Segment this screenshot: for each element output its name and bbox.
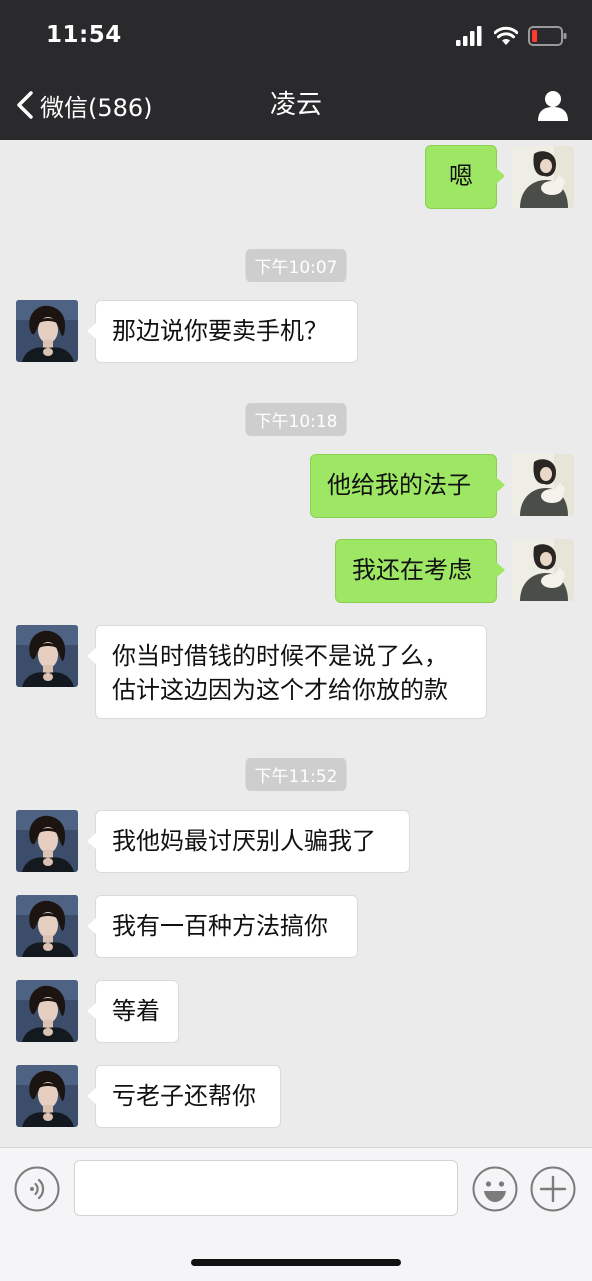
voice-input-icon[interactable] xyxy=(14,1166,60,1212)
contact-avatar[interactable] xyxy=(16,1065,78,1127)
contact-avatar[interactable] xyxy=(16,980,78,1042)
message-text: 我还在考虑 xyxy=(352,556,472,584)
emoji-icon[interactable] xyxy=(472,1166,518,1212)
message-text: 我有一百种方法搞你 xyxy=(112,912,328,940)
timestamp: 下午10:07 xyxy=(245,249,347,282)
wifi-icon xyxy=(494,26,518,45)
message-text: 我他妈最讨厌别人骗我了 xyxy=(112,827,376,855)
chat-area[interactable]: 嗯 下午10:07 那边说你要卖手机？ 下午10:18 他给我的法子 我还在考虑… xyxy=(0,140,592,1147)
message-text: 亏老子还帮你 xyxy=(112,1082,256,1110)
message-bubble-incoming[interactable]: 亏老子还帮你 xyxy=(87,1065,281,1128)
message-bubble-outgoing[interactable]: 嗯 xyxy=(425,145,505,209)
message-bubble-outgoing[interactable]: 我还在考虑 xyxy=(335,539,505,603)
message-bubble-incoming[interactable]: 等着 xyxy=(87,980,179,1043)
message-text: 等着 xyxy=(112,997,160,1025)
message-input[interactable] xyxy=(74,1160,458,1216)
message-text: 嗯 xyxy=(449,162,473,190)
status-bar: 11:54 xyxy=(0,0,592,70)
back-button[interactable]: 微信(586) xyxy=(14,70,153,140)
nav-bar: 微信(586) 凌云 xyxy=(0,70,592,140)
message-bubble-incoming[interactable]: 你当时借钱的时候不是说了么， 估计这边因为这个才给你放的款 xyxy=(87,625,487,719)
plus-icon[interactable] xyxy=(530,1166,576,1212)
timestamp: 下午10:18 xyxy=(245,403,347,436)
my-avatar[interactable] xyxy=(512,539,574,601)
chevron-left-icon xyxy=(17,91,33,119)
timestamp: 下午11:52 xyxy=(245,758,347,791)
contact-avatar[interactable] xyxy=(16,625,78,687)
message-bubble-incoming[interactable]: 那边说你要卖手机？ xyxy=(87,300,358,363)
status-icons xyxy=(456,24,568,48)
my-avatar[interactable] xyxy=(512,454,574,516)
message-text-line: 估计这边因为这个才给你放的款 xyxy=(112,676,448,704)
message-bubble-incoming[interactable]: 我他妈最讨厌别人骗我了 xyxy=(87,810,410,873)
contact-avatar[interactable] xyxy=(16,810,78,872)
message-bubble-outgoing[interactable]: 他给我的法子 xyxy=(310,454,505,518)
profile-icon[interactable] xyxy=(536,88,570,122)
status-time: 11:54 xyxy=(46,22,122,48)
signal-icon xyxy=(456,26,482,46)
battery-icon xyxy=(528,26,567,46)
back-label: 微信(586) xyxy=(40,93,153,122)
message-text-line: 你当时借钱的时候不是说了么， xyxy=(112,642,448,670)
message-text: 他给我的法子 xyxy=(327,471,471,499)
my-avatar[interactable] xyxy=(512,146,574,208)
contact-avatar[interactable] xyxy=(16,300,78,362)
contact-avatar[interactable] xyxy=(16,895,78,957)
message-bubble-incoming[interactable]: 我有一百种方法搞你 xyxy=(87,895,358,958)
home-indicator[interactable] xyxy=(191,1259,401,1266)
message-text: 那边说你要卖手机？ xyxy=(112,317,328,345)
